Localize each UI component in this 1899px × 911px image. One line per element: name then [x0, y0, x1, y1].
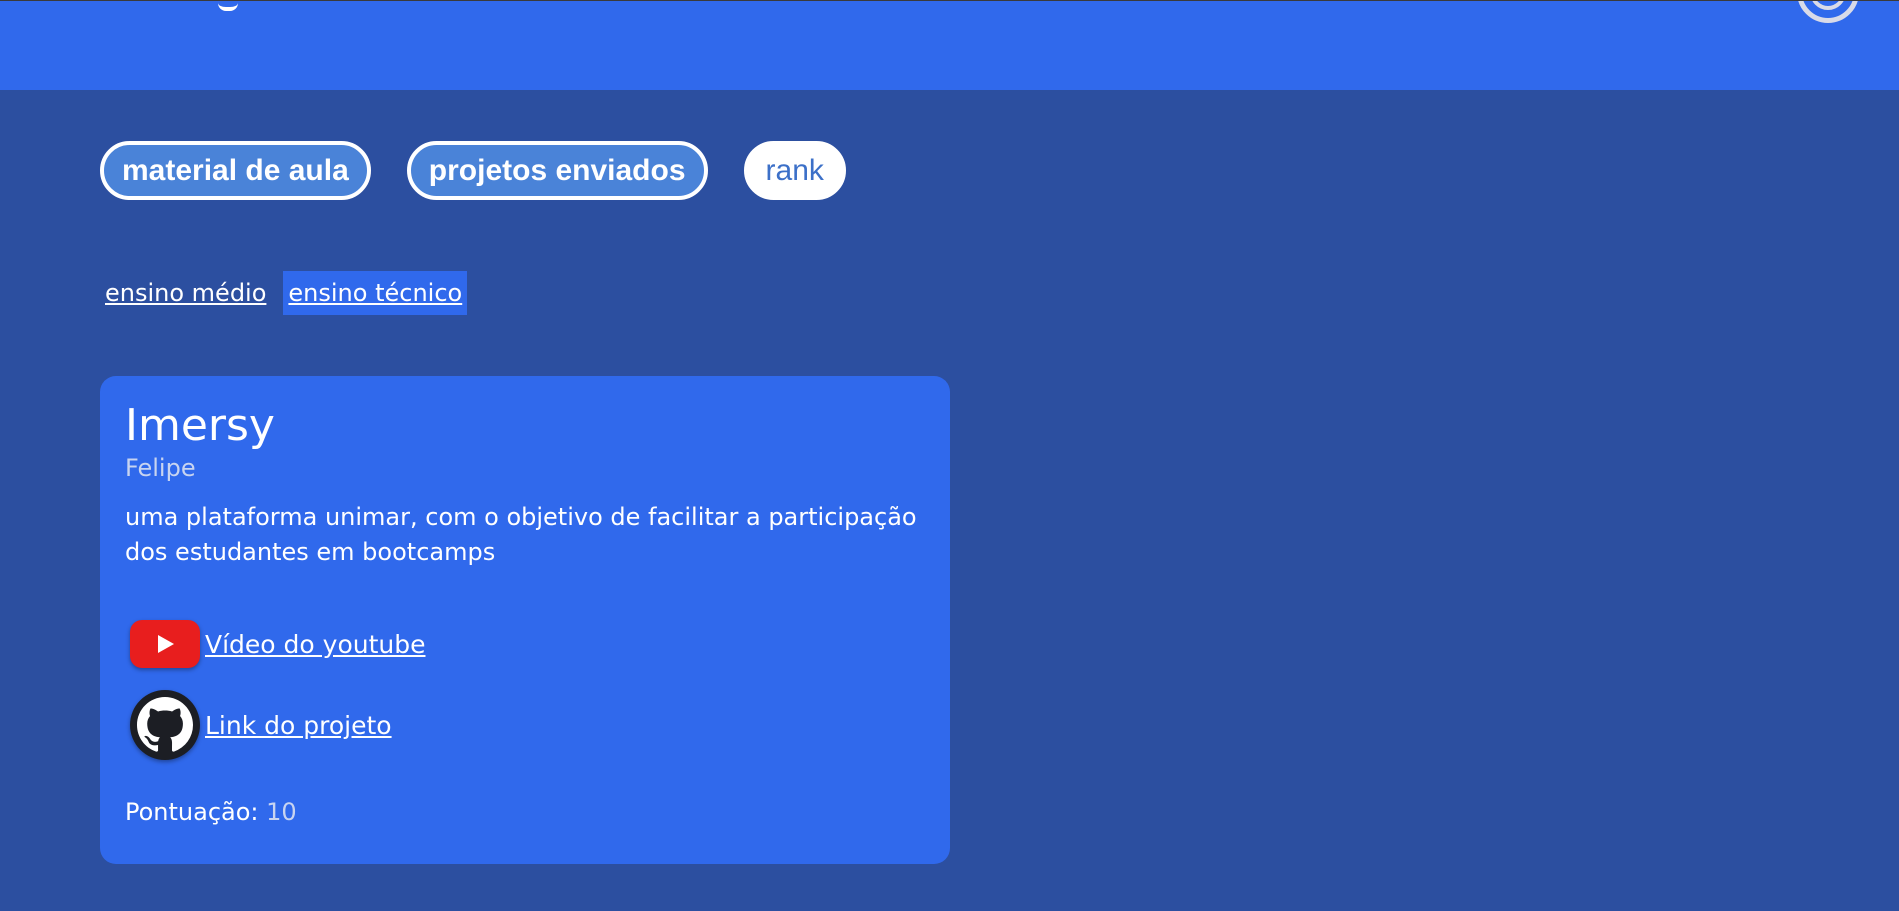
- youtube-link-row: Vídeo do youtube: [130, 620, 925, 668]
- youtube-icon[interactable]: [130, 620, 200, 668]
- main-nav: material de aula projetos enviados rank: [100, 141, 846, 200]
- score-line: Pontuação: 10: [125, 798, 925, 826]
- sub-tabs: ensino médio ensino técnico: [100, 271, 468, 315]
- project-title: Imersy: [125, 400, 275, 451]
- score-value: 10: [266, 798, 297, 826]
- github-icon[interactable]: [130, 690, 200, 760]
- sub-tab-ensino-medio[interactable]: ensino médio: [100, 271, 271, 315]
- project-link[interactable]: Link do projeto: [205, 711, 392, 740]
- youtube-video-link[interactable]: Vídeo do youtube: [205, 630, 425, 659]
- tab-projetos-enviados[interactable]: projetos enviados: [406, 141, 708, 200]
- project-description: uma plataforma unimar, com o objetivo de…: [125, 503, 917, 566]
- logo-icon[interactable]: [218, 1, 238, 11]
- play-icon: [158, 635, 174, 653]
- sub-tab-ensino-tecnico[interactable]: ensino técnico: [283, 271, 468, 315]
- tab-rank[interactable]: rank: [743, 141, 846, 200]
- project-card: Imersy Felipe uma plataforma unimar, com…: [100, 376, 950, 864]
- user-avatar-icon[interactable]: [1797, 1, 1859, 23]
- project-author: Felipe: [125, 454, 196, 482]
- score-label: Pontuação:: [125, 798, 259, 826]
- top-header: [0, 0, 1899, 90]
- project-link-row: Link do projeto: [130, 690, 925, 760]
- tab-material-de-aula[interactable]: material de aula: [100, 141, 371, 200]
- github-octocat-icon: [137, 697, 193, 752]
